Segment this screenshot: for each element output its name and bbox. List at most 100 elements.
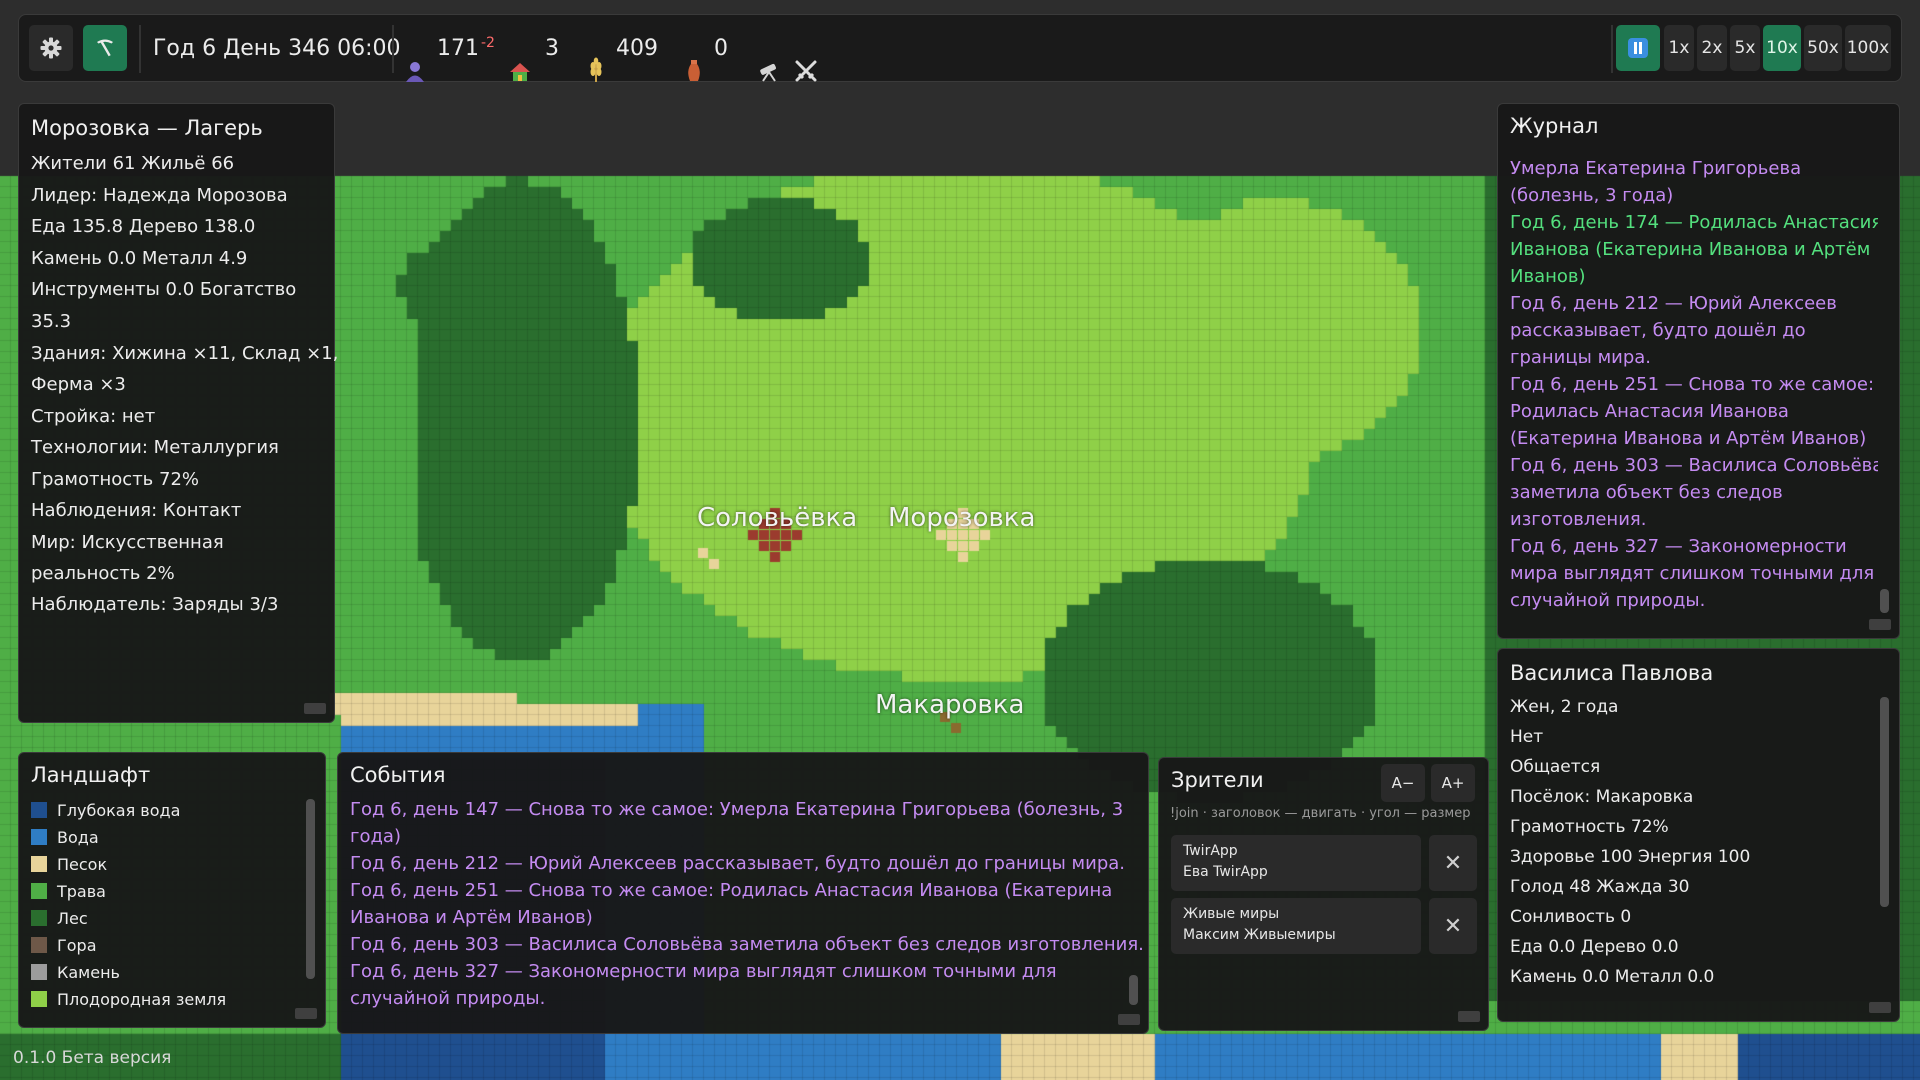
speed-1x-button[interactable]: 1x [1664, 25, 1694, 71]
journal-panel: Журнал Умерла Екатерина Григорьева (болез… [1497, 103, 1900, 639]
settlement-info-line: Камень 0.0 Металл 4.9 [31, 248, 248, 269]
viewers-panel: Зрители A− A+ !join · заголовок — двигат… [1158, 757, 1489, 1031]
journal-entry-line: границы мира. [1510, 347, 1652, 368]
legend-item: Камень [31, 959, 120, 986]
person-name[interactable]: Василиса Павлова [1510, 661, 1713, 685]
font-increase-button[interactable]: A+ [1431, 764, 1475, 802]
speed-10x-button[interactable]: 10x [1763, 25, 1801, 71]
speed-50x-button[interactable]: 50x [1804, 25, 1842, 71]
speed-2x-button[interactable]: 2x [1697, 25, 1727, 71]
panel-resize-handle[interactable] [1458, 1011, 1480, 1022]
settlement-panel: Морозовка — Лагерь Жители 61 Жильё 66 Ли… [18, 103, 339, 723]
map-label-makarovka[interactable]: Макаровка [875, 690, 1024, 720]
event-line: Год 6, день 147 — Снова то же самое: Уме… [350, 799, 1124, 820]
journal-scrollbar[interactable] [1880, 589, 1889, 613]
speed-100x-button[interactable]: 100x [1845, 25, 1891, 71]
legend-label: Песок [57, 855, 108, 874]
speed-5x-button[interactable]: 5x [1730, 25, 1760, 71]
person-icon [406, 62, 424, 82]
person-info-line: Голод 48 Жажда 30 [1510, 877, 1690, 897]
vase-icon [688, 60, 700, 81]
topbar-divider [1611, 25, 1613, 73]
person-info-line: Камень 0.0 Металл 0.0 [1510, 967, 1715, 987]
settlement-title[interactable]: Морозовка — Лагерь [31, 116, 263, 140]
landscape-legend-panel: Ландшафт Глубокая вода Вода Песок Трава … [18, 752, 326, 1028]
close-icon: ✕ [1443, 913, 1463, 939]
legend-item: Плодородная земля [31, 986, 226, 1008]
legend-swatch [31, 883, 47, 899]
house-icon [510, 63, 530, 81]
events-scrollbar[interactable] [1129, 975, 1138, 1005]
event-line: Год 6, день 251 — Снова то же самое: Род… [350, 880, 1113, 901]
settlement-info-line: Наблюдатель: Заряды 3/3 [31, 594, 279, 615]
journal-entry-line: изготовления. [1510, 509, 1647, 530]
panel-resize-handle[interactable] [1869, 619, 1891, 630]
gear-icon [40, 37, 62, 59]
legend-label: Камень [57, 963, 120, 982]
map-label-solovyovka[interactable]: Соловьёвка [697, 503, 857, 533]
legend-swatch [31, 964, 47, 980]
map-label-morozovka[interactable]: Морозовка [888, 503, 1035, 533]
panel-resize-handle[interactable] [295, 1008, 317, 1019]
journal-entry-line: Год 6, день 174 — Родилась Анастасия [1510, 212, 1878, 233]
crossed-swords-icon[interactable] [794, 37, 818, 105]
legend-item: Гора [31, 932, 97, 959]
panel-resize-handle[interactable] [1118, 1014, 1140, 1025]
legend-swatch [31, 829, 47, 845]
food-count: 409 [616, 36, 658, 61]
journal-entry-line: мира выглядят слишком точными для [1510, 563, 1875, 584]
legend-item: Песок [31, 851, 107, 878]
legend-item: Вода [31, 824, 99, 851]
person-info-line: Нет [1510, 727, 1544, 747]
journal-entry-line: Год 6, день 327 — Закономерности [1510, 536, 1847, 557]
viewer-item[interactable]: Живые миры Максим Живыемиры [1171, 898, 1421, 954]
journal-entry-line: Умерла Екатерина Григорьева [1510, 158, 1802, 179]
font-decrease-button[interactable]: A− [1381, 764, 1425, 802]
game-date: Год 6 День 346 06:00 [153, 36, 401, 61]
settlement-info-line: Еда 135.8 Дерево 138.0 [31, 216, 256, 237]
journal-entry-line: Родилась Анастасия Иванова [1510, 401, 1789, 422]
journal-entry-line: заметила объект без следов [1510, 482, 1783, 503]
pause-button[interactable] [1616, 25, 1660, 71]
landscape-scrollbar[interactable] [306, 799, 315, 979]
legend-swatch [31, 802, 47, 818]
event-line: года) [350, 826, 401, 847]
events-panel: События Год 6, день 147 — Снова то же са… [337, 752, 1149, 1034]
event-line: случайной природы. [350, 988, 546, 1009]
legend-item: Лес [31, 905, 88, 932]
journal-entry-line: Иванова (Екатерина Иванова и Артём [1510, 239, 1871, 260]
settlement-info-line: Инструменты 0.0 Богатство [31, 279, 297, 300]
viewer-character: Максим Живыемиры [1183, 927, 1336, 943]
panel-resize-handle[interactable] [304, 703, 326, 714]
pick-tool-button[interactable] [83, 25, 127, 71]
settlement-info-line: Технологии: Металлургия [31, 437, 279, 458]
legend-label: Вода [57, 828, 99, 847]
telescope-icon[interactable] [757, 37, 781, 105]
viewer-item[interactable]: TwirApp Ева TwirApp [1171, 835, 1421, 891]
panel-resize-handle[interactable] [1869, 1002, 1891, 1013]
person-info-line: Грамотность 72% [1510, 817, 1669, 837]
person-info-line: Посёлок: Макаровка [1510, 787, 1694, 807]
landscape-title[interactable]: Ландшафт [31, 763, 150, 787]
journal-entry-line: Иванов) [1510, 266, 1586, 287]
legend-item: Глубокая вода [31, 797, 180, 824]
journal-entry-line: (Екатерина Иванова и Артём Иванов) [1510, 428, 1867, 449]
viewer-channel: TwirApp [1183, 843, 1238, 859]
person-info-line: Сонливость 0 [1510, 907, 1632, 927]
journal-entry-line: рассказывает, будто дошёл до [1510, 320, 1806, 341]
settlement-info-line: Здания: Хижина ×11, Склад ×1, [31, 343, 339, 364]
viewers-title[interactable]: Зрители [1171, 768, 1264, 792]
settings-button[interactable] [29, 25, 73, 71]
person-info-line: Здоровье 100 Энергия 100 [1510, 847, 1751, 867]
person-scrollbar[interactable] [1880, 697, 1889, 907]
events-title[interactable]: События [350, 763, 446, 787]
settlement-info-line: Лидер: Надежда Морозова [31, 185, 288, 206]
person-panel: Василиса Павлова Жен, 2 года Нет Общаетс… [1497, 648, 1900, 1022]
viewer-character: Ева TwirApp [1183, 864, 1268, 880]
topbar-divider [392, 25, 394, 73]
viewers-hint: !join · заголовок — двигать · угол — раз… [1170, 806, 1471, 821]
journal-entry-line: случайной природы. [1510, 590, 1706, 611]
event-line: Год 6, день 327 — Закономерности мира вы… [350, 961, 1057, 982]
remove-viewer-button[interactable]: ✕ [1429, 835, 1477, 891]
remove-viewer-button[interactable]: ✕ [1429, 898, 1477, 954]
